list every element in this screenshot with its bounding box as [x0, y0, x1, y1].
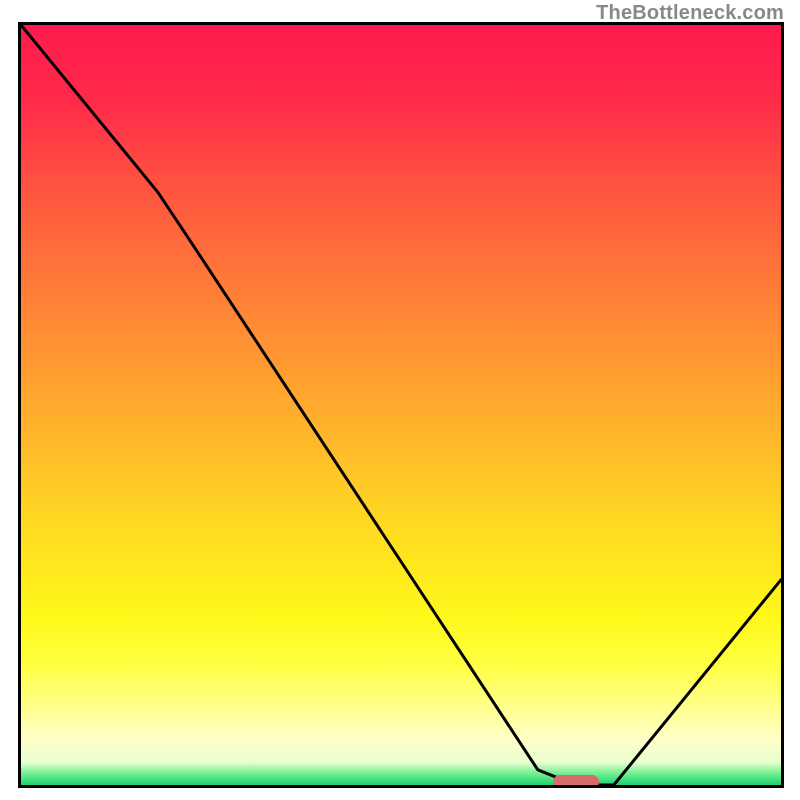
optimal-marker	[553, 775, 599, 788]
chart-frame	[18, 22, 784, 788]
curve-path	[21, 25, 781, 785]
watermark-text: TheBottleneck.com	[596, 2, 784, 25]
bottleneck-curve	[21, 25, 781, 785]
